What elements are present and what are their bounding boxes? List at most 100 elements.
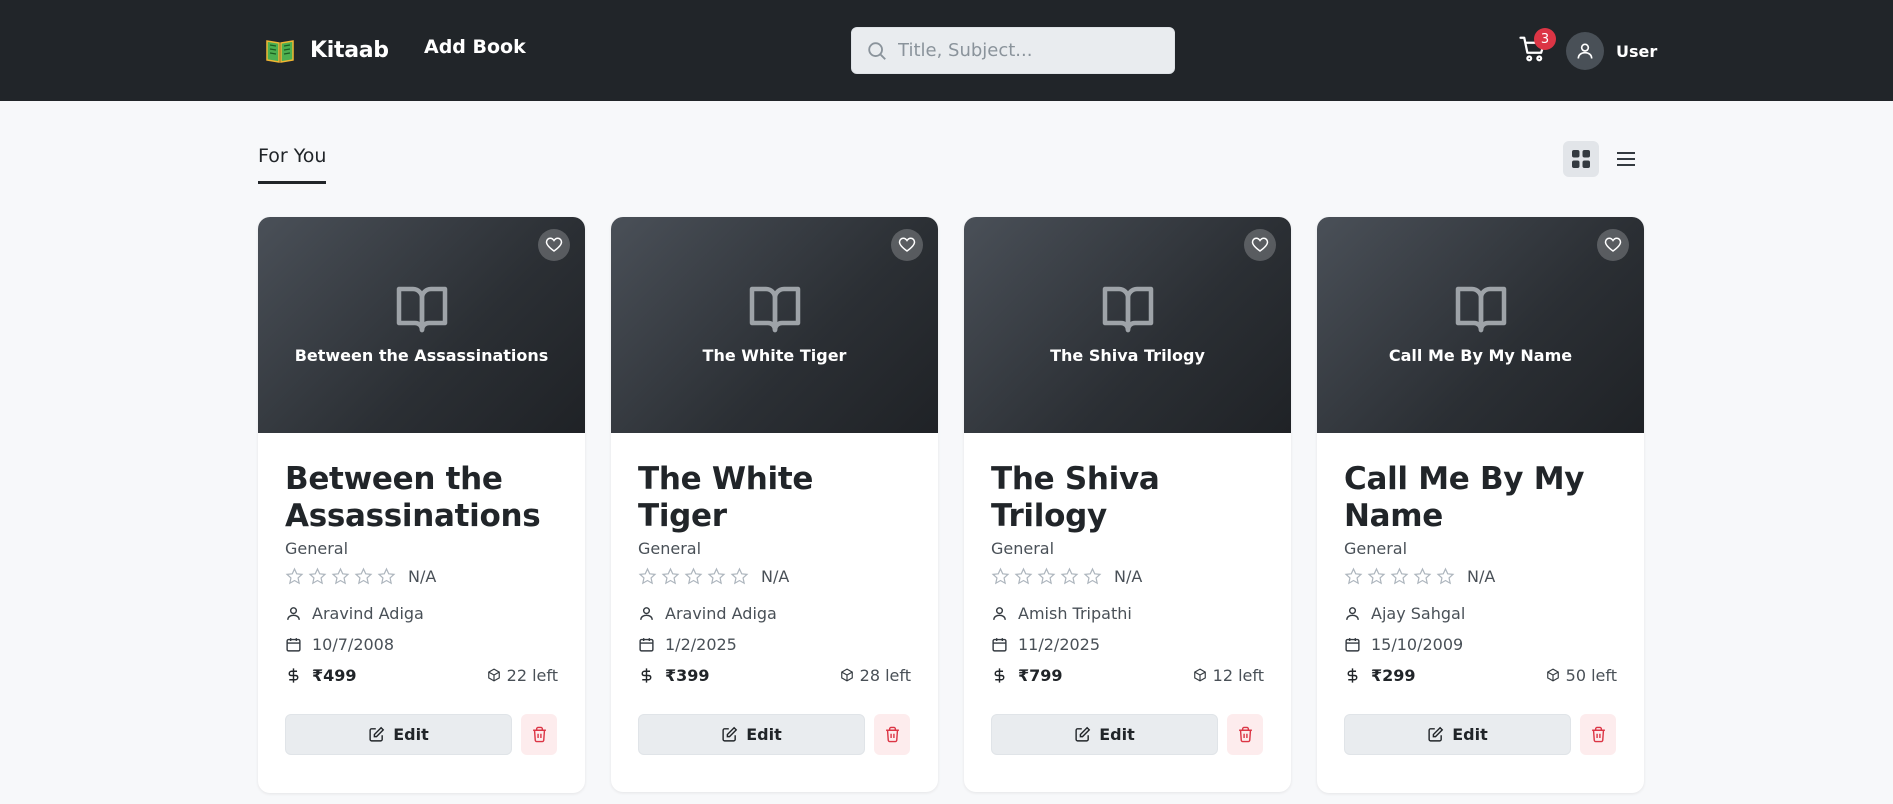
star-icon <box>1014 567 1033 585</box>
edit-button[interactable]: Edit <box>991 714 1218 755</box>
delete-button[interactable] <box>874 714 910 755</box>
book-stock: 50 left <box>1565 665 1617 685</box>
star-icon <box>377 567 396 585</box>
rating[interactable]: N/A <box>638 567 911 586</box>
book-title[interactable]: Between the Assassinations <box>285 461 558 535</box>
book-title[interactable]: Call Me By My Name <box>1344 461 1617 535</box>
star-icon <box>1060 567 1079 585</box>
person-icon <box>287 606 300 620</box>
edit-button[interactable]: Edit <box>285 714 512 755</box>
cover-title: Between the Assassinations <box>294 346 549 365</box>
brand[interactable]: Kitaab <box>264 34 389 66</box>
star-icon <box>661 567 680 585</box>
book-cover[interactable]: Call Me By My Name <box>1317 217 1644 433</box>
trash-icon <box>885 726 899 743</box>
book-author: Aravind Adiga <box>665 603 777 623</box>
dollar-icon <box>994 667 1005 683</box>
edit-button[interactable]: Edit <box>1344 714 1571 755</box>
person-icon <box>640 606 653 620</box>
favorite-button[interactable] <box>1597 229 1629 261</box>
price-row: ₹399 28 left <box>638 665 911 685</box>
user-icon <box>1577 43 1593 59</box>
favorite-button[interactable] <box>1244 229 1276 261</box>
delete-button[interactable] <box>1580 714 1616 755</box>
cover-title: The Shiva Trilogy <box>1050 346 1205 365</box>
book-title[interactable]: The White Tiger <box>638 461 911 535</box>
book-author: Aravind Adiga <box>312 603 424 623</box>
star-icon <box>1037 567 1056 585</box>
rating-value: N/A <box>1467 567 1496 586</box>
edit-icon <box>722 726 738 742</box>
book-card[interactable]: Between the Assassinations Between the A… <box>258 217 585 793</box>
edit-label: Edit <box>393 725 429 744</box>
edit-button[interactable]: Edit <box>638 714 865 755</box>
book-author: Ajay Sahgal <box>1371 603 1466 623</box>
calendar-icon <box>639 637 654 652</box>
date-row: 15/10/2009 <box>1344 634 1617 654</box>
book-title[interactable]: The Shiva Trilogy <box>991 461 1264 535</box>
box-icon <box>487 668 500 682</box>
star-icon <box>285 567 304 585</box>
delete-button[interactable] <box>1227 714 1263 755</box>
author-row: Aravind Adiga <box>638 603 911 623</box>
book-stock: 22 left <box>506 665 558 685</box>
avatar <box>1566 32 1604 70</box>
favorite-button[interactable] <box>891 229 923 261</box>
star-icon <box>730 567 749 585</box>
book-cover[interactable]: The Shiva Trilogy <box>964 217 1291 433</box>
star-icon <box>308 567 327 585</box>
rating[interactable]: N/A <box>1344 567 1617 586</box>
book-cover[interactable]: The White Tiger <box>611 217 938 433</box>
tab-for-you[interactable]: For You <box>258 145 327 184</box>
dollar-icon <box>1347 667 1358 683</box>
book-stock: 12 left <box>1212 665 1264 685</box>
author-row: Amish Tripathi <box>991 603 1264 623</box>
book-icon <box>396 286 447 333</box>
rating-value: N/A <box>1114 567 1143 586</box>
price-row: ₹299 50 left <box>1344 665 1617 685</box>
date-row: 10/7/2008 <box>285 634 558 654</box>
star-icon <box>1390 567 1409 585</box>
rating[interactable]: N/A <box>285 567 558 586</box>
list-view-button[interactable] <box>1608 141 1644 177</box>
book-price: ₹399 <box>665 665 710 685</box>
add-book-link[interactable]: Add Book <box>424 36 526 58</box>
edit-icon <box>1075 726 1091 742</box>
open-book-icon <box>266 40 294 63</box>
book-card[interactable]: The White Tiger The White Tiger General … <box>611 217 938 792</box>
heart-icon <box>1604 237 1622 252</box>
grid-icon <box>1572 150 1590 168</box>
book-genre: General <box>285 539 349 558</box>
calendar-icon <box>286 637 301 652</box>
book-genre: General <box>991 539 1055 558</box>
dollar-icon <box>288 667 299 683</box>
book-date: 15/10/2009 <box>1371 634 1464 654</box>
book-cover[interactable]: Between the Assassinations <box>258 217 585 433</box>
star-icon <box>1083 567 1102 585</box>
delete-button[interactable] <box>521 714 557 755</box>
rating[interactable]: N/A <box>991 567 1264 586</box>
search-bar[interactable] <box>851 27 1175 74</box>
book-price: ₹299 <box>1371 665 1416 685</box>
edit-label: Edit <box>746 725 782 744</box>
book-card[interactable]: Call Me By My Name Call Me By My Name Ge… <box>1317 217 1644 793</box>
trash-icon <box>532 726 546 743</box>
rating-value: N/A <box>408 567 437 586</box>
price-row: ₹499 22 left <box>285 665 558 685</box>
user-menu[interactable]: User <box>1566 32 1657 70</box>
star-icon <box>354 567 373 585</box>
user-name: User <box>1616 41 1658 61</box>
cart-count-badge: 3 <box>1534 28 1556 50</box>
book-author: Amish Tripathi <box>1018 603 1132 623</box>
trash-icon <box>1238 726 1252 743</box>
book-icon <box>1455 286 1506 333</box>
search-input[interactable] <box>898 40 1158 61</box>
list-icon <box>1617 152 1635 166</box>
favorite-button[interactable] <box>538 229 570 261</box>
star-icon <box>331 567 350 585</box>
grid-view-button[interactable] <box>1563 141 1599 177</box>
book-card[interactable]: The Shiva Trilogy The Shiva Trilogy Gene… <box>964 217 1291 792</box>
navbar: Kitaab Add Book 3 User <box>0 0 1893 101</box>
book-icon <box>1102 286 1153 333</box>
trash-icon <box>1591 726 1605 743</box>
